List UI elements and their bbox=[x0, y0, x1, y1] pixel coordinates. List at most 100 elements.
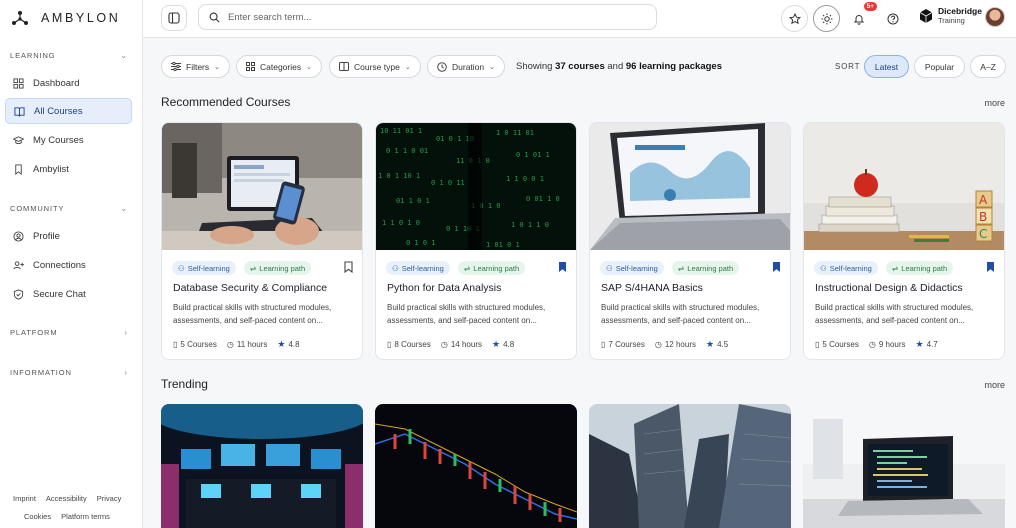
recommended-more-link[interactable]: more bbox=[984, 98, 1005, 108]
duration-dropdown[interactable]: Duration ⌄ bbox=[427, 55, 506, 78]
user-icon: ⚇ bbox=[606, 263, 613, 273]
trending-card[interactable] bbox=[589, 404, 791, 528]
bookmark-filled-icon[interactable] bbox=[772, 261, 781, 273]
course-count: 5 Courses bbox=[180, 340, 217, 349]
chip-label: Filters bbox=[186, 61, 210, 72]
route-icon: ⇌ bbox=[892, 263, 899, 273]
sidebar-item-dashboard[interactable]: Dashboard bbox=[5, 70, 132, 96]
course-title[interactable]: Database Security & Compliance bbox=[173, 282, 327, 294]
sidebar-item-label: My Courses bbox=[33, 134, 84, 146]
sidebar-item-label: Secure Chat bbox=[33, 288, 86, 300]
help-button[interactable] bbox=[879, 5, 906, 32]
course-card[interactable]: ⚇ Self-learning ⇌ Learning path SAP S/4HAN… bbox=[589, 122, 791, 360]
svg-text:1 0 1 10 1: 1 0 1 10 1 bbox=[378, 172, 420, 180]
self-learning-tag: ⚇ Self-learning bbox=[600, 261, 664, 275]
footer-link-platform-terms[interactable]: Platform terms bbox=[61, 512, 110, 521]
sidebar-item-all-courses[interactable]: All Courses bbox=[5, 98, 132, 124]
svg-text:0 1 1 0 01: 0 1 1 0 01 bbox=[386, 147, 428, 155]
bookmark-filled-icon[interactable] bbox=[558, 261, 567, 273]
sidebar-item-profile[interactable]: Profile bbox=[5, 223, 132, 249]
course-rating: 4.7 bbox=[926, 340, 938, 349]
star-icon: ★ bbox=[915, 339, 924, 349]
sidebar-item-connections[interactable]: Connections bbox=[5, 252, 132, 278]
categories-dropdown[interactable]: Categories ⌄ bbox=[236, 55, 322, 78]
course-card[interactable]: 10 11 01 1 01 0 1 10 1 0 11 01 0 1 1 0 01 1… bbox=[375, 122, 577, 360]
notifications-button[interactable]: 5+ bbox=[845, 2, 877, 32]
footer-link-cookies[interactable]: Cookies bbox=[24, 512, 51, 521]
search-icon bbox=[209, 12, 220, 22]
sort-latest-button[interactable]: Latest bbox=[864, 55, 909, 78]
svg-text:1 0 1 1 0: 1 0 1 1 0 bbox=[511, 221, 549, 229]
user-icon: ⚇ bbox=[392, 263, 399, 273]
sidebar-item-label: All Courses bbox=[34, 105, 83, 117]
chevron-right-icon: › bbox=[124, 327, 128, 337]
book-open-icon bbox=[14, 106, 25, 117]
chevron-down-icon: ⌄ bbox=[214, 63, 221, 71]
sort-popular-button[interactable]: Popular bbox=[914, 55, 965, 78]
cube-logo-icon bbox=[919, 9, 933, 23]
learning-path-tag: ⇌ Learning path bbox=[458, 261, 526, 275]
sidebar-toggle-icon bbox=[168, 12, 180, 24]
favorites-button[interactable] bbox=[781, 5, 808, 32]
section-platform[interactable]: PLATFORM › bbox=[10, 326, 128, 338]
course-title[interactable]: SAP S/4HANA Basics bbox=[601, 282, 703, 294]
user-avatar[interactable] bbox=[985, 7, 1005, 27]
section-community[interactable]: COMMUNITY ⌄ bbox=[10, 202, 128, 214]
chevron-down-icon: ⌄ bbox=[120, 203, 128, 213]
trending-card[interactable] bbox=[375, 404, 577, 528]
document-icon: ▯ bbox=[173, 340, 178, 349]
sort-az-button[interactable]: A–Z bbox=[970, 55, 1006, 78]
sliders-icon bbox=[171, 62, 181, 71]
course-description: Build practical skills with structured m… bbox=[387, 303, 546, 325]
bookmark-filled-icon[interactable] bbox=[986, 261, 995, 273]
footer-link-imprint[interactable]: Imprint bbox=[13, 494, 36, 503]
trending-card[interactable] bbox=[803, 404, 1005, 528]
section-information[interactable]: INFORMATION › bbox=[10, 366, 128, 378]
app-logo[interactable]: AMBYLON bbox=[11, 8, 120, 28]
course-type-dropdown[interactable]: Course type ⌄ bbox=[329, 55, 421, 78]
bell-icon bbox=[853, 14, 864, 25]
organization-brand[interactable]: Dicebridge Training bbox=[918, 7, 982, 25]
course-title[interactable]: Python for Data Analysis bbox=[387, 282, 501, 294]
section-label: LEARNING bbox=[10, 50, 56, 60]
svg-text:01 1 0 1: 01 1 0 1 bbox=[396, 197, 430, 205]
course-title[interactable]: Instructional Design & Didactics bbox=[815, 282, 963, 294]
trending-more-link[interactable]: more bbox=[984, 380, 1005, 390]
route-icon: ⇌ bbox=[250, 263, 257, 273]
footer-link-privacy[interactable]: Privacy bbox=[97, 494, 122, 503]
filters-dropdown[interactable]: Filters ⌄ bbox=[161, 55, 231, 78]
trending-title: Trending bbox=[161, 377, 208, 391]
tag-label: Self-learning bbox=[187, 263, 230, 273]
course-meta: ▯ 5 Courses ◷ 11 hours ★ 4.8 bbox=[173, 339, 300, 350]
brand-name: Dicebridge bbox=[938, 6, 982, 16]
chevron-down-icon: ⌄ bbox=[489, 63, 496, 71]
course-rating: 4.5 bbox=[717, 340, 729, 349]
chip-label: Categories bbox=[260, 61, 302, 72]
bookmark-icon[interactable] bbox=[344, 261, 353, 273]
course-hours: 14 hours bbox=[450, 340, 482, 349]
logo-icon bbox=[12, 11, 28, 25]
course-card[interactable]: A B C ⚇ Self-learning ⇌ Learning path Inst… bbox=[803, 122, 1005, 360]
course-card[interactable]: ⚇ Self-learning ⇌ Learning path Database S… bbox=[161, 122, 363, 360]
theme-toggle-button[interactable] bbox=[813, 5, 840, 32]
sidebar-item-secure-chat[interactable]: Secure Chat bbox=[5, 281, 132, 307]
learning-path-tag: ⇌ Learning path bbox=[886, 261, 954, 275]
recommended-title: Recommended Courses bbox=[161, 95, 291, 109]
grid-icon bbox=[246, 62, 255, 71]
book-icon bbox=[339, 62, 349, 71]
sidebar-item-my-courses[interactable]: My Courses bbox=[5, 127, 132, 153]
course-meta: ▯ 5 Courses ◷ 9 hours ★ 4.7 bbox=[815, 339, 938, 350]
clock-icon: ◷ bbox=[440, 340, 448, 349]
search-input[interactable] bbox=[228, 11, 628, 23]
toggle-sidebar-button[interactable] bbox=[161, 5, 187, 31]
self-learning-tag: ⚇ Self-learning bbox=[386, 261, 450, 275]
user-icon: ⚇ bbox=[820, 263, 827, 273]
grid-icon bbox=[13, 77, 24, 89]
sidebar-item-ambylist[interactable]: Ambylist bbox=[5, 156, 132, 182]
section-label: COMMUNITY bbox=[10, 203, 65, 213]
search-bar[interactable] bbox=[198, 4, 657, 30]
trending-card[interactable] bbox=[161, 404, 363, 528]
section-label: INFORMATION bbox=[10, 367, 72, 377]
section-learning[interactable]: LEARNING ⌄ bbox=[10, 49, 128, 61]
footer-link-accessibility[interactable]: Accessibility bbox=[46, 494, 87, 503]
